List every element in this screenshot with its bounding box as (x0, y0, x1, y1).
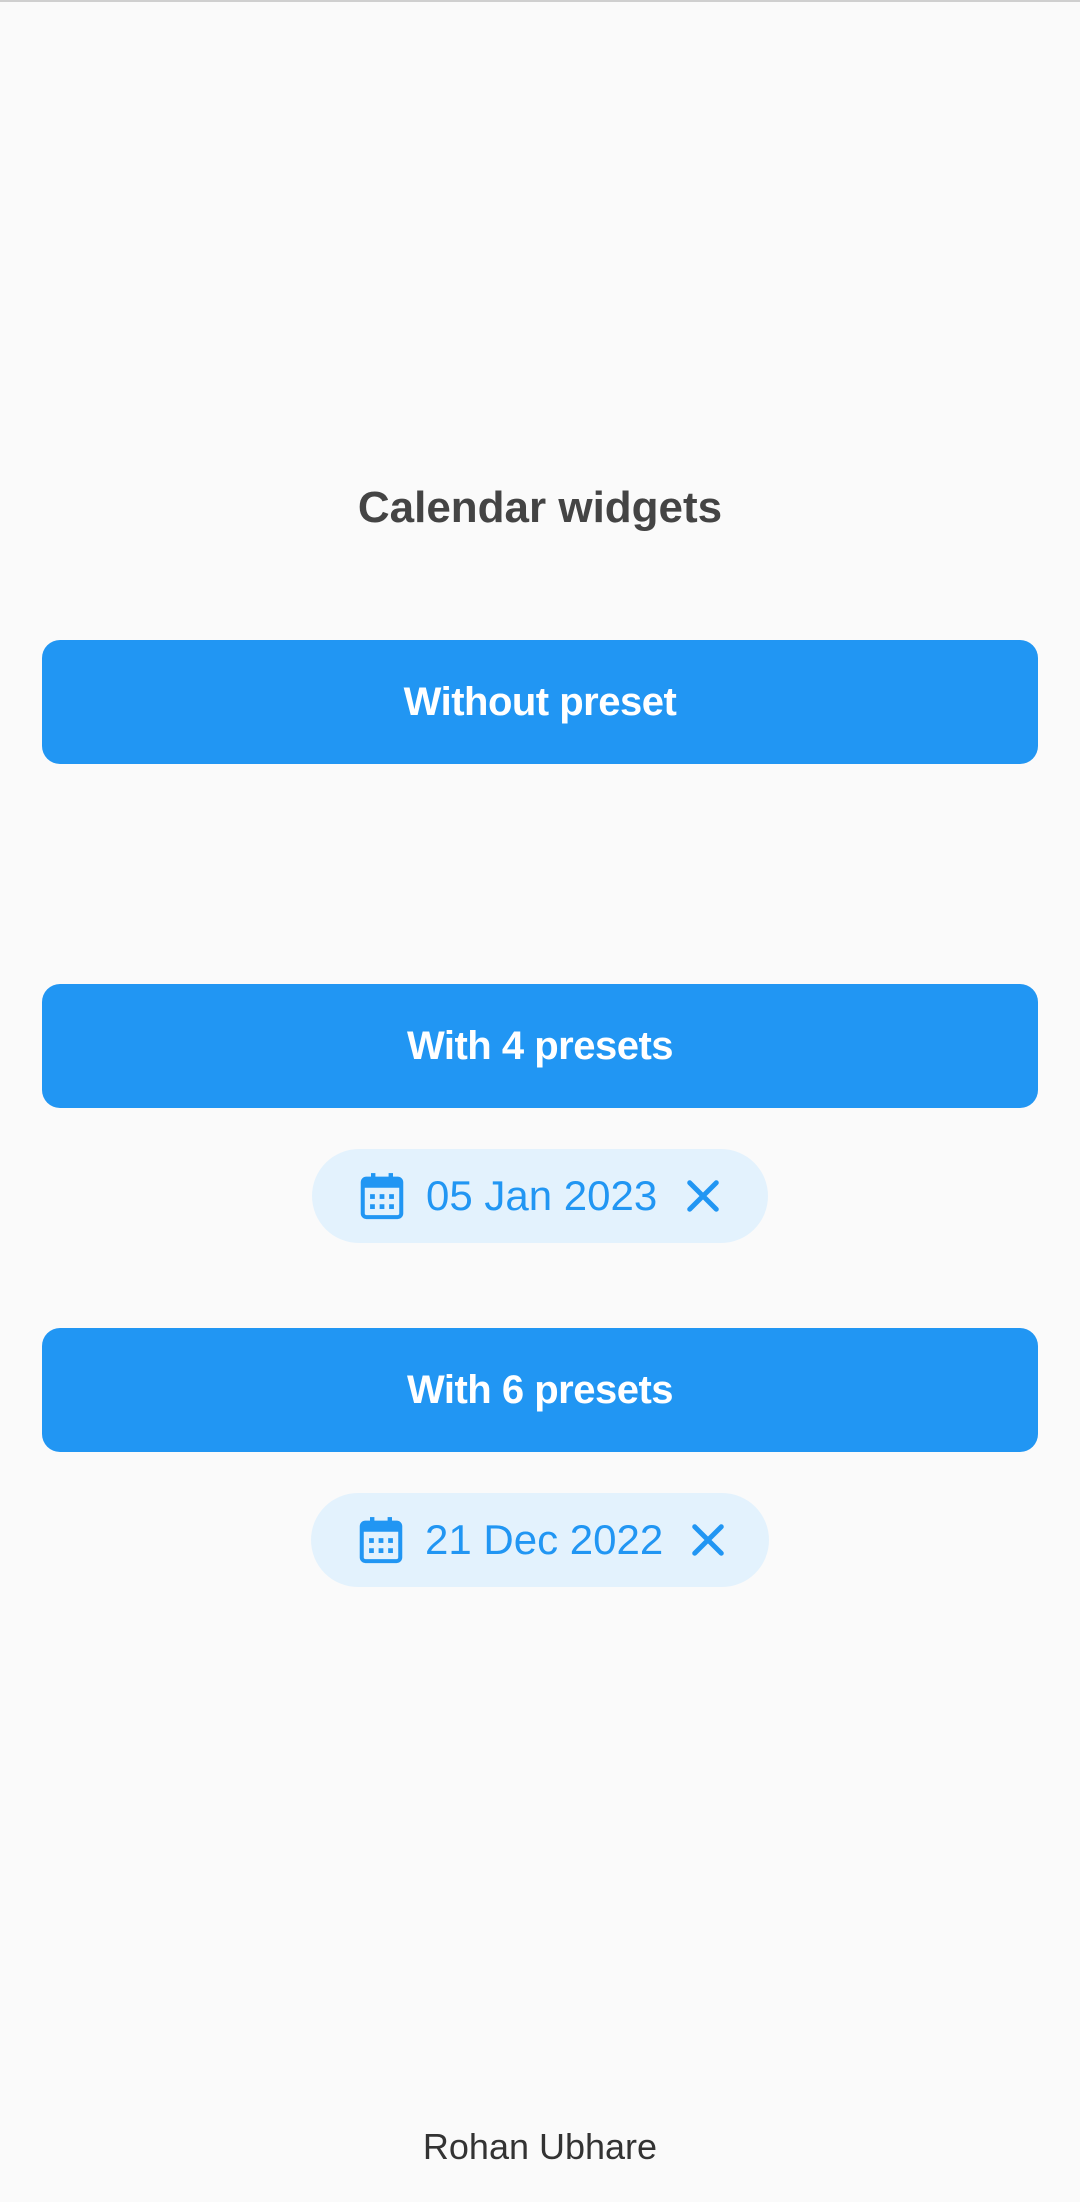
selected-date-chip[interactable]: 21 Dec 2022 (311, 1493, 769, 1587)
calendar-icon (359, 1517, 403, 1564)
calendar-icon (360, 1173, 404, 1220)
author-credit: Rohan Ubhare (422, 2126, 658, 2167)
without-preset-button[interactable]: Without preset (42, 640, 1038, 764)
chip-date-label: 05 Jan 2023 (426, 1172, 658, 1219)
selected-date-chip[interactable]: 05 Jan 2023 (312, 1149, 768, 1243)
app-screen: Calendar widgets Without preset With 4 p… (0, 0, 1080, 2202)
close-icon[interactable] (684, 1177, 722, 1215)
close-icon[interactable] (689, 1521, 727, 1559)
status-divider (0, 0, 1080, 2)
chip-date-label: 21 Dec 2022 (425, 1516, 664, 1563)
with-6-presets-button[interactable]: With 6 presets (42, 1328, 1038, 1452)
page-title: Calendar widgets (357, 483, 723, 532)
with-4-presets-button[interactable]: With 4 presets (42, 984, 1038, 1108)
